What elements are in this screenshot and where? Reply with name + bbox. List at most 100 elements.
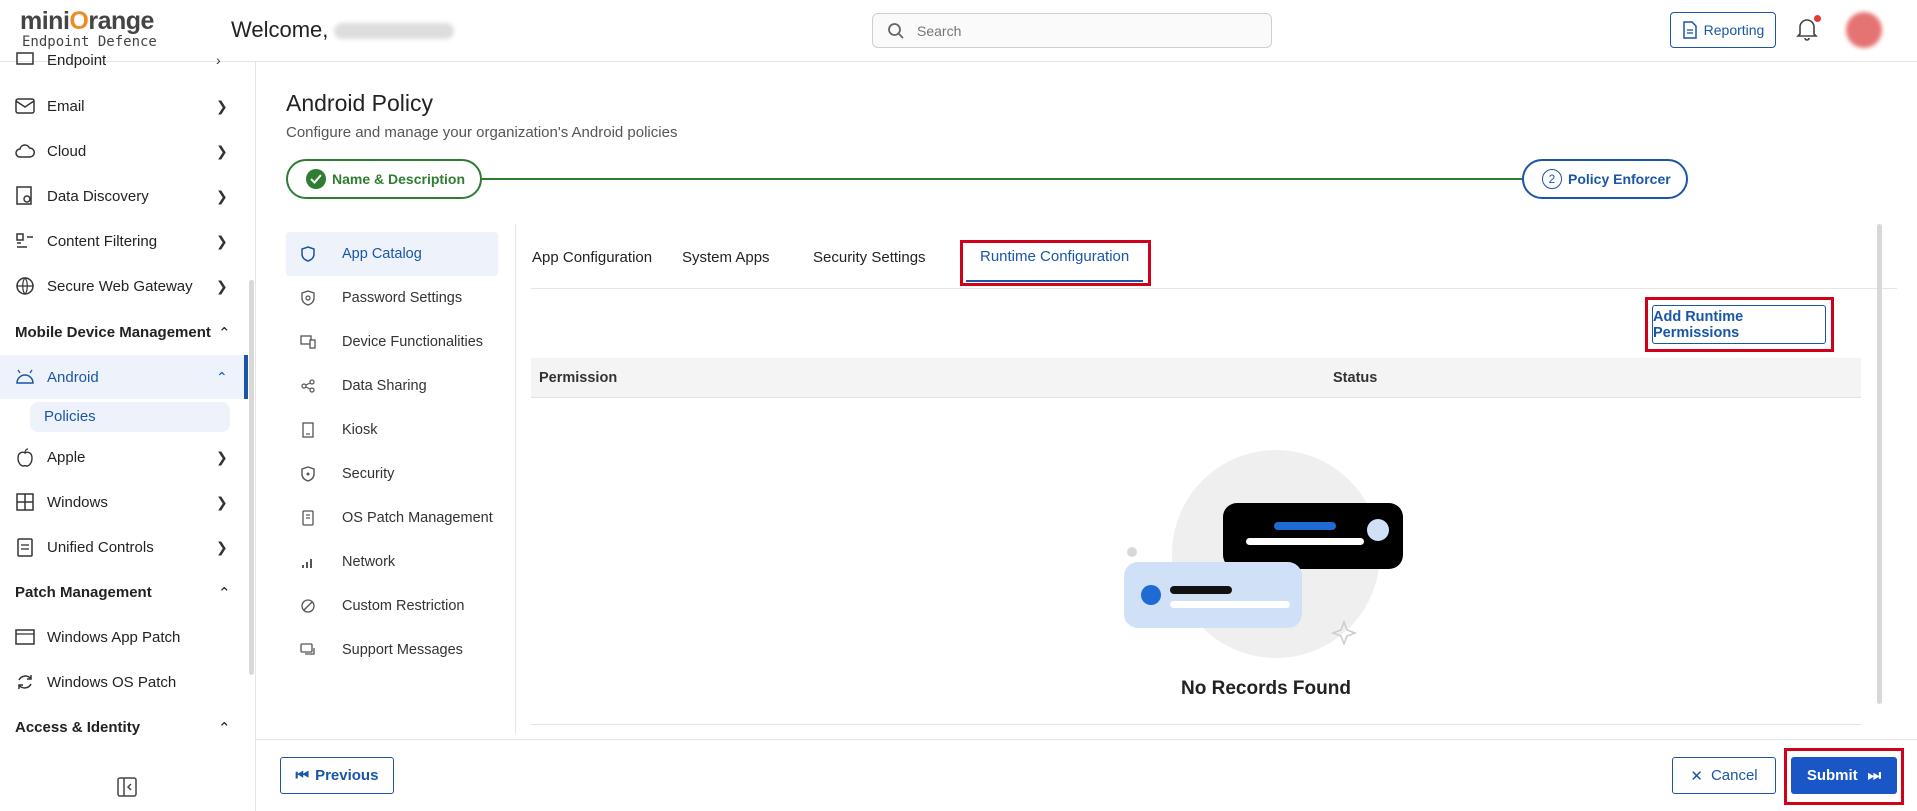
section-access-identity[interactable]: Access & Identity ⌃ [15, 719, 231, 737]
check-icon [306, 169, 326, 189]
nav-divider [515, 224, 516, 734]
nav-network[interactable]: Network [286, 540, 498, 584]
search-input[interactable] [917, 21, 1257, 41]
submit-button[interactable]: Submit ⏭ [1791, 757, 1897, 794]
close-icon: ✕ [1690, 767, 1703, 785]
nav-device-functionalities[interactable]: Device Functionalities [286, 320, 498, 364]
sidebar-item-content-filtering[interactable]: Content Filtering ❯ [0, 219, 248, 263]
sidebar-item-windows-app-patch[interactable]: Windows App Patch [0, 615, 248, 659]
chevron-right-icon: › [216, 52, 221, 68]
user-name-redacted [334, 23, 455, 40]
page-title: Android Policy [286, 90, 434, 116]
chevron-up-icon: ⌃ [218, 720, 231, 737]
sidebar-item-endpoint[interactable]: Endpoint › [0, 46, 248, 74]
tab-security-settings[interactable]: Security Settings [813, 232, 926, 282]
kiosk-icon [300, 422, 316, 438]
nav-support-messages[interactable]: Support Messages [286, 628, 498, 672]
devices-icon [300, 334, 316, 350]
page-subtitle: Configure and manage your organization's… [286, 124, 678, 141]
monitor-icon [15, 50, 35, 70]
sidebar-item-secure-web-gateway[interactable]: Secure Web Gateway ❯ [0, 264, 248, 308]
nav-security[interactable]: Security [286, 452, 498, 496]
chevron-right-icon: ❯ [216, 142, 228, 159]
column-permission[interactable]: Permission [539, 370, 617, 386]
chevron-right-icon: ❯ [216, 232, 228, 249]
restriction-icon [300, 598, 316, 614]
chevron-right-icon: ❯ [216, 187, 228, 204]
chevron-right-icon: ❯ [216, 538, 228, 555]
sidebar-item-windows[interactable]: Windows ❯ [0, 480, 248, 524]
nav-app-catalog[interactable]: App Catalog [286, 232, 498, 276]
empty-state-illustration [1124, 450, 1403, 658]
notification-dot [1814, 15, 1821, 22]
fingerprint-icon [300, 290, 316, 306]
add-runtime-permissions-button[interactable]: Add Runtime Permissions [1652, 305, 1826, 344]
step-policy-enforcer[interactable]: 2 Policy Enforcer [1522, 159, 1688, 199]
stepper-line [482, 178, 1522, 180]
sidebar-item-email[interactable]: Email ❯ [0, 84, 248, 128]
tabs-divider [531, 288, 1897, 289]
nav-password-settings[interactable]: Password Settings [286, 276, 498, 320]
tab-app-configuration[interactable]: App Configuration [532, 232, 652, 282]
sidebar-item-unified-controls[interactable]: Unified Controls ❯ [0, 525, 248, 569]
nav-os-patch-management[interactable]: OS Patch Management [286, 496, 498, 540]
shield-icon [300, 466, 316, 482]
sidebar-scrollbar[interactable] [249, 280, 254, 675]
chevron-right-icon: ❯ [216, 448, 228, 465]
share-icon [300, 378, 316, 394]
chevron-right-icon: ❯ [216, 277, 228, 294]
mail-icon [15, 96, 35, 116]
section-mobile-device-management[interactable]: Mobile Device Management ⌃ [15, 324, 231, 342]
tab-system-apps[interactable]: System Apps [682, 232, 770, 282]
chevron-right-icon: ❯ [216, 97, 228, 114]
collapse-panel-icon [117, 777, 137, 797]
nav-kiosk[interactable]: Kiosk [286, 408, 498, 452]
content-scrollbar[interactable] [1877, 224, 1882, 704]
refresh-icon [15, 672, 35, 692]
avatar[interactable] [1846, 12, 1882, 48]
message-icon [300, 642, 316, 658]
section-patch-management[interactable]: Patch Management ⌃ [15, 584, 231, 602]
cloud-icon [15, 141, 35, 161]
highlight-box [960, 240, 1151, 286]
sidebar-item-android[interactable]: Android ⌃ [0, 355, 248, 399]
globe-icon [15, 276, 35, 296]
sidebar-item-windows-os-patch[interactable]: Windows OS Patch [0, 660, 248, 704]
android-icon [15, 367, 35, 387]
permissions-table-header: Permission Status [531, 358, 1861, 398]
sidebar-item-data-discovery[interactable]: Data Discovery ❯ [0, 174, 248, 218]
step-name-description[interactable]: Name & Description [286, 159, 482, 199]
chevron-right-icon: ❯ [216, 493, 228, 510]
previous-button[interactable]: ⏮ Previous [280, 757, 394, 794]
chevron-up-icon: ⌃ [216, 368, 228, 385]
data-discovery-icon [15, 186, 35, 206]
filter-icon [15, 231, 35, 251]
column-status[interactable]: Status [1333, 370, 1377, 386]
skip-back-icon: ⏮ [295, 767, 310, 784]
search-icon [888, 23, 904, 39]
nav-custom-restriction[interactable]: Custom Restriction [286, 584, 498, 628]
active-indicator [244, 355, 248, 399]
sidebar: Endpoint › Email ❯ Cloud ❯ Data Discover… [0, 52, 256, 811]
windows-icon [15, 492, 35, 512]
sidebar-subitem-policies[interactable]: Policies [30, 402, 230, 432]
chevron-up-icon: ⌃ [218, 325, 231, 342]
reporting-button[interactable]: Reporting [1670, 12, 1776, 48]
app-window-icon [15, 627, 35, 647]
miniorange-logo[interactable]: miniOrange Endpoint Defence [20, 8, 157, 50]
nav-data-sharing[interactable]: Data Sharing [286, 364, 498, 408]
sidebar-item-apple[interactable]: Apple ❯ [0, 435, 248, 479]
cancel-button[interactable]: ✕ Cancel [1672, 757, 1776, 794]
footer-bar: ⏮ Previous ✕ Cancel Submit ⏭ [256, 739, 1917, 811]
welcome-text: Welcome, [231, 17, 455, 43]
no-records-message: No Records Found [1181, 678, 1351, 699]
notifications-button[interactable] [1796, 15, 1821, 46]
table-bottom-divider [531, 724, 1861, 725]
shield-icon [300, 246, 316, 262]
search-box[interactable] [872, 13, 1272, 48]
sidebar-item-cloud[interactable]: Cloud ❯ [0, 129, 248, 173]
signal-icon [300, 554, 316, 570]
clipboard-icon [15, 537, 35, 557]
collapse-sidebar-button[interactable] [117, 777, 137, 802]
step-number: 2 [1542, 169, 1562, 189]
